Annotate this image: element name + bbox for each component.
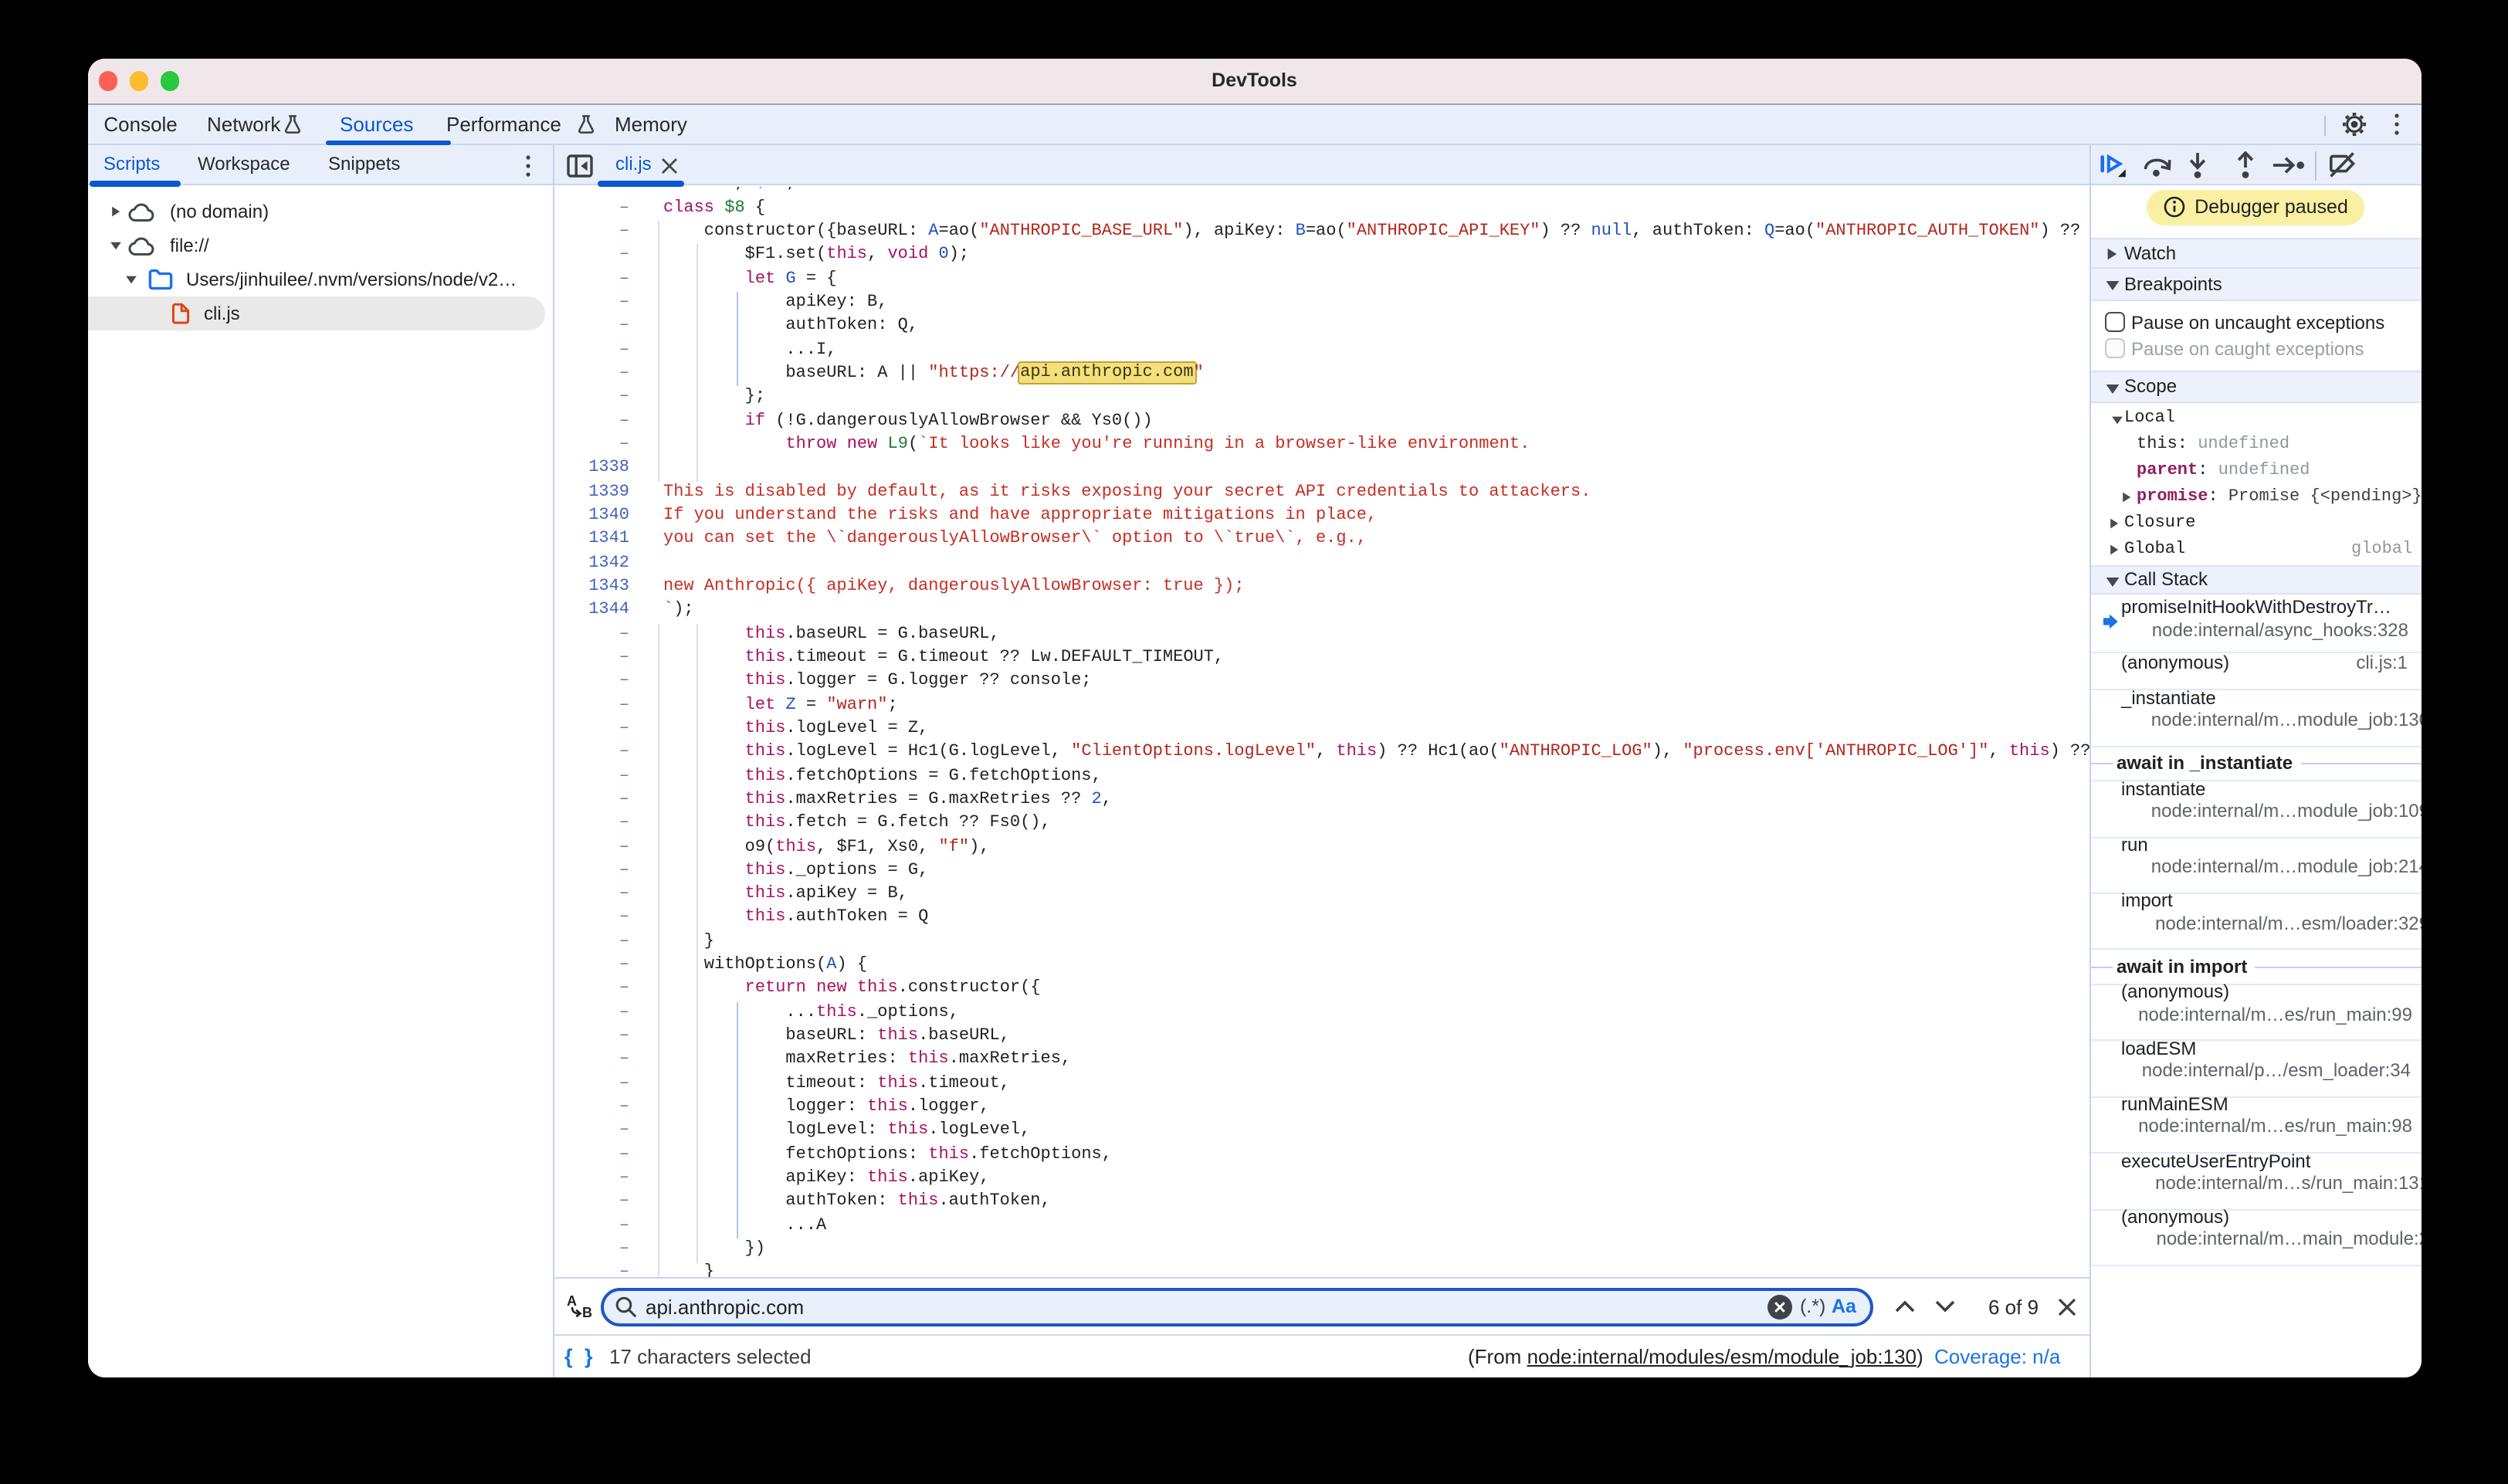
svg-text:B: B	[582, 1306, 592, 1320]
svg-text:A: A	[567, 1295, 577, 1310]
